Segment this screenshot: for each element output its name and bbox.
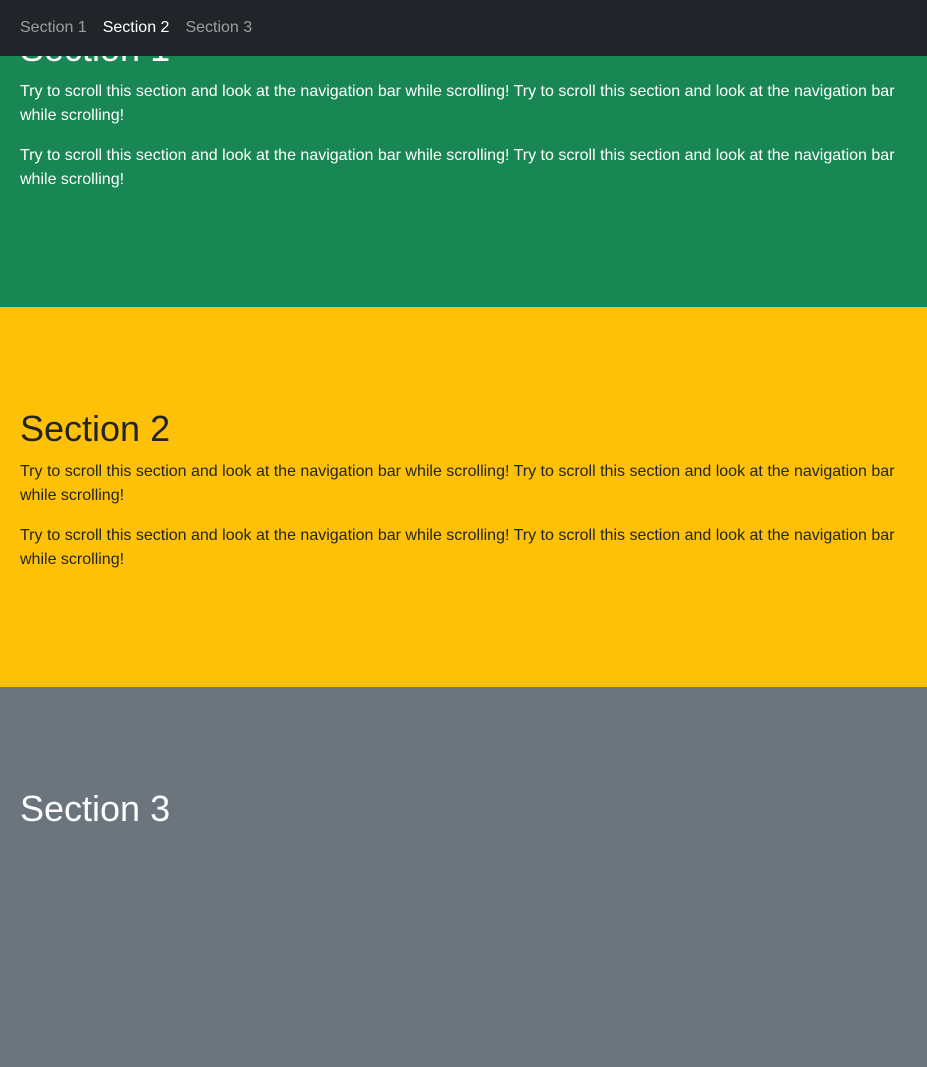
section-paragraph: Try to scroll this section and look at t… bbox=[20, 147, 895, 188]
section-title: Section 2 bbox=[20, 408, 171, 449]
section-paragraph: Try to scroll this section and look at t… bbox=[20, 527, 895, 568]
nav-link-section-1[interactable]: Section 1 bbox=[12, 19, 95, 37]
section-3: Section 3 bbox=[0, 687, 927, 1067]
section-title: Section 3 bbox=[20, 788, 171, 829]
section-paragraph: Try to scroll this section and look at t… bbox=[20, 463, 895, 504]
scroll-content[interactable]: Section 1 Try to scroll this section and… bbox=[0, 0, 927, 1067]
nav-link-section-2[interactable]: Section 2 bbox=[95, 19, 178, 37]
section-paragraph: Try to scroll this section and look at t… bbox=[20, 83, 895, 124]
section-2: Section 2 Try to scroll this section and… bbox=[0, 307, 927, 687]
nav-link-section-3[interactable]: Section 3 bbox=[177, 19, 260, 37]
navbar: Section 1 Section 2 Section 3 bbox=[0, 0, 927, 56]
